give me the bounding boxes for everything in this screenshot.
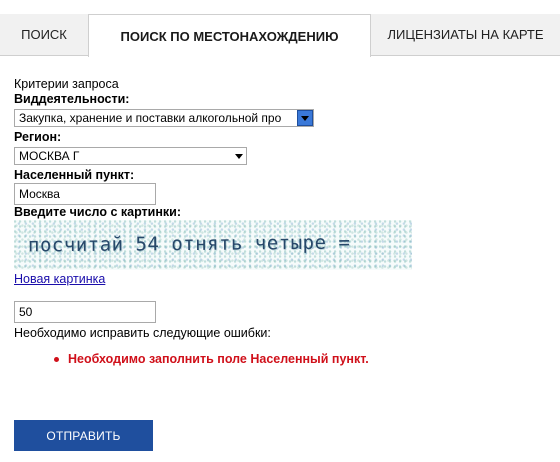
error-list-item: Необходимо заполнить поле Населенный пун… [54, 352, 369, 366]
locality-label: Населенный пункт: [14, 168, 135, 182]
captcha-image-text: посчитай 54 отнять четыре = [27, 231, 351, 257]
locality-input[interactable]: Москва [14, 183, 156, 205]
bullet-icon [54, 356, 59, 362]
activity-select[interactable]: Закупка, хранение и поставки алкогольной… [14, 109, 314, 127]
error-list: Необходимо заполнить поле Населенный пун… [54, 352, 369, 366]
activity-label: Виддеятельности: [14, 92, 130, 106]
locality-input-value: Москва [19, 187, 60, 201]
tab-bar: ПОИСК ПОИСК ПО МЕСТОНАХОЖДЕНИЮ ЛИЦЕНЗИАТ… [0, 0, 560, 57]
tab-search-by-location[interactable]: ПОИСК ПО МЕСТОНАХОЖДЕНИЮ [88, 14, 371, 57]
captcha-answer-value: 50 [19, 305, 33, 319]
submit-button-label: ОТПРАВИТЬ [46, 428, 121, 443]
region-select[interactable]: МОСКВА Г [14, 147, 247, 165]
tab-licensees-on-map-label: ЛИЦЕНЗИАТЫ НА КАРТЕ [387, 27, 544, 42]
activity-select-value: Закупка, хранение и поставки алкогольной… [19, 111, 282, 125]
errors-heading: Необходимо исправить следующие ошибки: [14, 326, 271, 340]
region-select-value: МОСКВА Г [19, 149, 80, 163]
captcha-image: посчитай 54 отнять четыре = [14, 220, 412, 270]
tab-licensees-on-map[interactable]: ЛИЦЕНЗИАТЫ НА КАРТЕ [371, 14, 560, 56]
region-label: Регион: [14, 130, 62, 144]
submit-button[interactable]: ОТПРАВИТЬ [14, 420, 153, 451]
tab-search[interactable]: ПОИСК [0, 14, 88, 56]
tab-search-label: ПОИСК [21, 27, 67, 42]
new-captcha-link[interactable]: Новая картинка [14, 272, 105, 286]
chevron-down-icon[interactable] [232, 149, 246, 163]
captcha-label: Введите число с картинки: [14, 205, 182, 219]
criteria-title: Критерии запроса [14, 77, 119, 91]
error-message: Необходимо заполнить поле Населенный пун… [68, 352, 369, 366]
tab-search-by-location-label: ПОИСК ПО МЕСТОНАХОЖДЕНИЮ [120, 28, 339, 44]
chevron-down-icon[interactable] [297, 110, 313, 126]
captcha-answer-input[interactable]: 50 [14, 301, 156, 323]
